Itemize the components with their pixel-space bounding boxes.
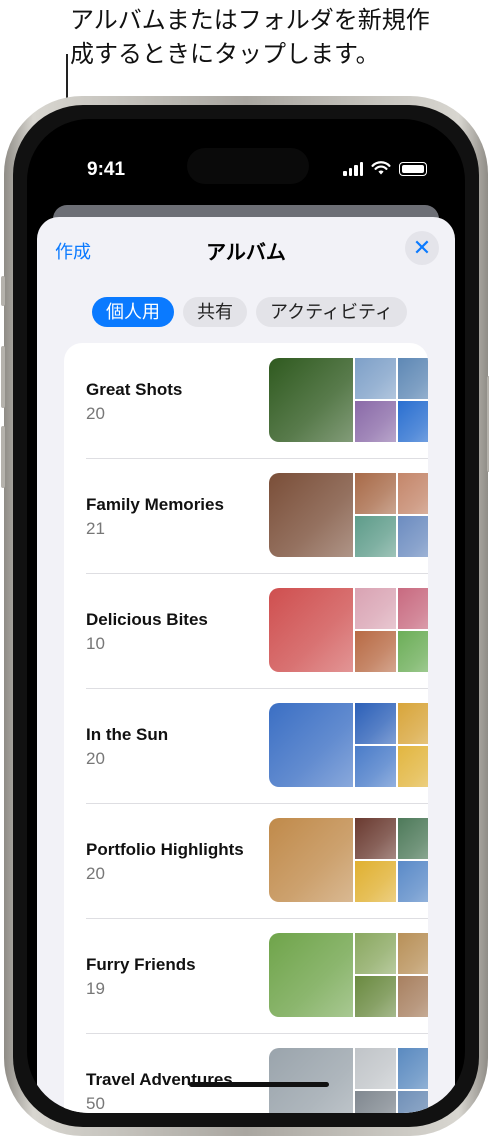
segmented-control: 個人用 共有 アクティビティ bbox=[92, 297, 407, 327]
callout-text: アルバムまたはフォルダを新規作成するときにタップします。 bbox=[70, 7, 430, 68]
album-photo bbox=[398, 933, 428, 974]
album-photo-main bbox=[269, 1048, 353, 1113]
album-thumbnails bbox=[269, 358, 428, 442]
status-time: 9:41 bbox=[87, 159, 126, 180]
dynamic-island bbox=[187, 148, 309, 184]
album-photo bbox=[398, 358, 428, 399]
segment-shared[interactable]: 共有 bbox=[183, 297, 247, 327]
album-photo bbox=[355, 588, 396, 629]
phone-frame: 9:41 作成 アルバム ✕ 個人用 共有 アクティビティ Great Shot… bbox=[1, 96, 489, 1136]
album-thumbnails bbox=[269, 588, 428, 672]
album-photo bbox=[398, 516, 428, 557]
album-row[interactable]: Furry Friends 19 bbox=[64, 918, 428, 1033]
album-name: Furry Friends bbox=[86, 955, 196, 974]
album-photo bbox=[398, 861, 428, 902]
album-name: In the Sun bbox=[86, 725, 169, 744]
album-photo bbox=[398, 1091, 428, 1113]
album-thumbnails bbox=[269, 703, 428, 787]
album-photo bbox=[398, 976, 428, 1017]
album-row[interactable]: Family Memories 21 bbox=[64, 458, 428, 573]
home-indicator[interactable] bbox=[189, 1082, 329, 1087]
status-icons bbox=[343, 161, 427, 176]
album-row[interactable]: Portfolio Highlights 20 bbox=[64, 803, 428, 918]
album-name: Travel Adventures bbox=[86, 1070, 233, 1089]
album-photo bbox=[355, 861, 396, 902]
close-button[interactable]: ✕ bbox=[405, 231, 439, 265]
album-name: Delicious Bites bbox=[86, 610, 208, 629]
screen: 9:41 作成 アルバム ✕ 個人用 共有 アクティビティ Great Shot… bbox=[27, 119, 465, 1113]
close-icon: ✕ bbox=[412, 235, 432, 260]
volume-up-button bbox=[1, 346, 5, 408]
album-photo bbox=[398, 703, 428, 744]
album-photo bbox=[355, 401, 396, 442]
album-name: Family Memories bbox=[86, 495, 224, 514]
album-count: 20 bbox=[86, 404, 105, 423]
album-photo-main bbox=[269, 818, 353, 902]
segment-personal[interactable]: 個人用 bbox=[92, 297, 174, 327]
album-name: Portfolio Highlights bbox=[86, 840, 244, 859]
album-row[interactable]: In the Sun 20 bbox=[64, 688, 428, 803]
albums-sheet: 作成 アルバム ✕ 個人用 共有 アクティビティ Great Shots 20 bbox=[37, 217, 455, 1113]
album-count: 20 bbox=[86, 864, 105, 883]
album-photo bbox=[398, 818, 428, 859]
album-photo bbox=[355, 358, 396, 399]
album-photo bbox=[398, 401, 428, 442]
album-photo bbox=[355, 746, 396, 787]
volume-down-button bbox=[1, 426, 5, 488]
album-photo bbox=[355, 1091, 396, 1113]
cellular-signal-icon bbox=[343, 161, 363, 176]
album-photo-main bbox=[269, 473, 353, 557]
album-photo bbox=[355, 473, 396, 514]
album-list: Great Shots 20 Family Memories 21 Delici… bbox=[64, 343, 428, 1113]
album-photo-main bbox=[269, 588, 353, 672]
album-row[interactable]: Great Shots 20 bbox=[64, 343, 428, 458]
album-photo bbox=[398, 631, 428, 672]
album-photo bbox=[355, 1048, 396, 1089]
album-name: Great Shots bbox=[86, 380, 183, 399]
album-count: 20 bbox=[86, 749, 105, 768]
album-photo bbox=[355, 933, 396, 974]
album-photo bbox=[355, 703, 396, 744]
album-photo bbox=[398, 746, 428, 787]
album-photo bbox=[355, 976, 396, 1017]
album-row[interactable]: Delicious Bites 10 bbox=[64, 573, 428, 688]
album-photo-main bbox=[269, 933, 353, 1017]
sheet-title: アルバム bbox=[206, 242, 286, 264]
album-photo-main bbox=[269, 358, 353, 442]
album-photo bbox=[355, 516, 396, 557]
album-count: 10 bbox=[86, 634, 105, 653]
album-photo bbox=[398, 473, 428, 514]
album-photo bbox=[355, 818, 396, 859]
action-button bbox=[1, 276, 5, 306]
album-photo bbox=[355, 631, 396, 672]
album-photo bbox=[398, 588, 428, 629]
album-count: 21 bbox=[86, 519, 105, 538]
album-photo bbox=[398, 1048, 428, 1089]
album-thumbnails bbox=[269, 818, 428, 902]
wifi-icon bbox=[371, 161, 391, 175]
album-thumbnails bbox=[269, 1048, 428, 1113]
album-count: 19 bbox=[86, 979, 105, 998]
album-thumbnails bbox=[269, 473, 428, 557]
battery-icon bbox=[399, 161, 427, 176]
album-thumbnails bbox=[269, 933, 428, 1017]
album-photo-main bbox=[269, 703, 353, 787]
segment-activity[interactable]: アクティビティ bbox=[256, 297, 407, 327]
album-row[interactable]: Travel Adventures 50 bbox=[64, 1033, 428, 1113]
